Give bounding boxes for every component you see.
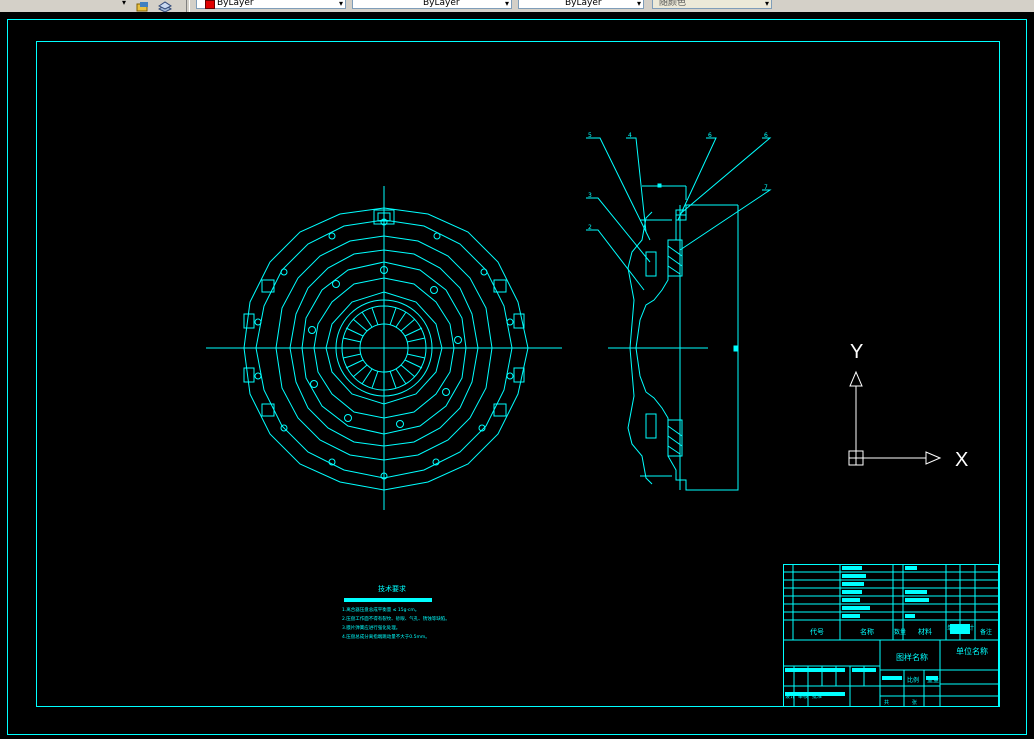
sheet-label-2: 张 — [912, 699, 917, 706]
drawing-name: 图样名称 — [896, 652, 928, 662]
lineweight-combo[interactable]: ByLayer ▾ — [518, 0, 644, 9]
chevron-down-icon: ▾ — [764, 0, 769, 8]
color-swatch — [205, 0, 215, 9]
plotstyle-combo-value: 随颜色 — [659, 0, 687, 8]
front-view — [206, 186, 562, 510]
balloon-6a: 6 — [708, 132, 712, 139]
color-combo-value: ByLayer — [217, 0, 254, 8]
chevron-down-icon: ▾ — [504, 0, 509, 8]
ucs-icon: Y X — [848, 341, 968, 471]
note-2: 2.压盘工作面不得有裂纹、砂眼、气孔、锈蚀等缺陷。 — [342, 615, 450, 622]
notes-title: 技术要求 — [378, 584, 406, 593]
balloon-2: 2 — [588, 224, 592, 231]
cad-drawing: 5 4 6 6 3 2 7 Y X 技术要求 1.离合器压盘总成平衡量 ≤ 15… — [7, 19, 1027, 735]
section-view: 5 4 6 6 3 2 7 — [586, 132, 772, 491]
balloon-labels: 5 4 6 6 3 2 7 — [588, 132, 768, 231]
drawing-canvas[interactable]: 5 4 6 6 3 2 7 Y X 技术要求 1.离合器压盘总成平衡量 ≤ 15… — [0, 12, 1034, 739]
col-qty: 数量 — [894, 628, 906, 636]
layer-state-icon[interactable] — [136, 0, 150, 12]
leader-lines — [586, 137, 772, 291]
lineweight-combo-value: ByLayer — [565, 0, 602, 8]
color-combo[interactable]: ByLayer ▾ — [196, 0, 346, 9]
plotstyle-combo[interactable]: 随颜色 ▾ — [652, 0, 772, 9]
tb-arrow-left[interactable]: ▾ — [0, 0, 130, 9]
note-1: 1.离合器压盘总成平衡量 ≤ 15g·cm。 — [342, 606, 419, 613]
balloon-7: 7 — [764, 184, 768, 191]
balloon-6b: 6 — [764, 132, 768, 139]
col-material: 材料 — [918, 627, 932, 636]
col-name: 名称 — [860, 627, 874, 636]
ucs-x-label: X — [955, 449, 968, 471]
sheet-label: 共 — [884, 699, 889, 706]
technical-notes: 技术要求 1.离合器压盘总成平衡量 ≤ 15g·cm。 2.压盘工作面不得有裂纹… — [342, 584, 450, 640]
col-code: 代号 — [810, 627, 824, 636]
linetype-combo-value: ByLayer — [423, 0, 460, 8]
chevron-down-icon: ▾ — [338, 0, 343, 8]
title-block: 代号 名称 数量 材料 单件 总计 备注 图样名称 单位名称 比例 重量 共 张… — [783, 564, 999, 707]
linetype-combo[interactable]: ByLayer ▾ — [352, 0, 512, 9]
balloon-3: 3 — [588, 192, 592, 199]
balloon-4: 4 — [628, 132, 632, 139]
layer-previous-icon[interactable] — [158, 0, 172, 12]
ucs-y-label: Y — [850, 341, 863, 363]
col-remark: 备注 — [980, 628, 992, 636]
scale-label: 比例 — [907, 676, 919, 684]
balloon-5: 5 — [588, 132, 592, 139]
note-3: 3.膜片弹簧应进行强化处理。 — [342, 624, 400, 631]
note-4: 4.压盘总成分离指端跳动量不大于0.5mm。 — [342, 633, 430, 640]
chevron-down-icon: ▾ — [636, 0, 641, 8]
toolbar-separator — [186, 0, 190, 12]
unit-name: 单位名称 — [956, 646, 988, 656]
